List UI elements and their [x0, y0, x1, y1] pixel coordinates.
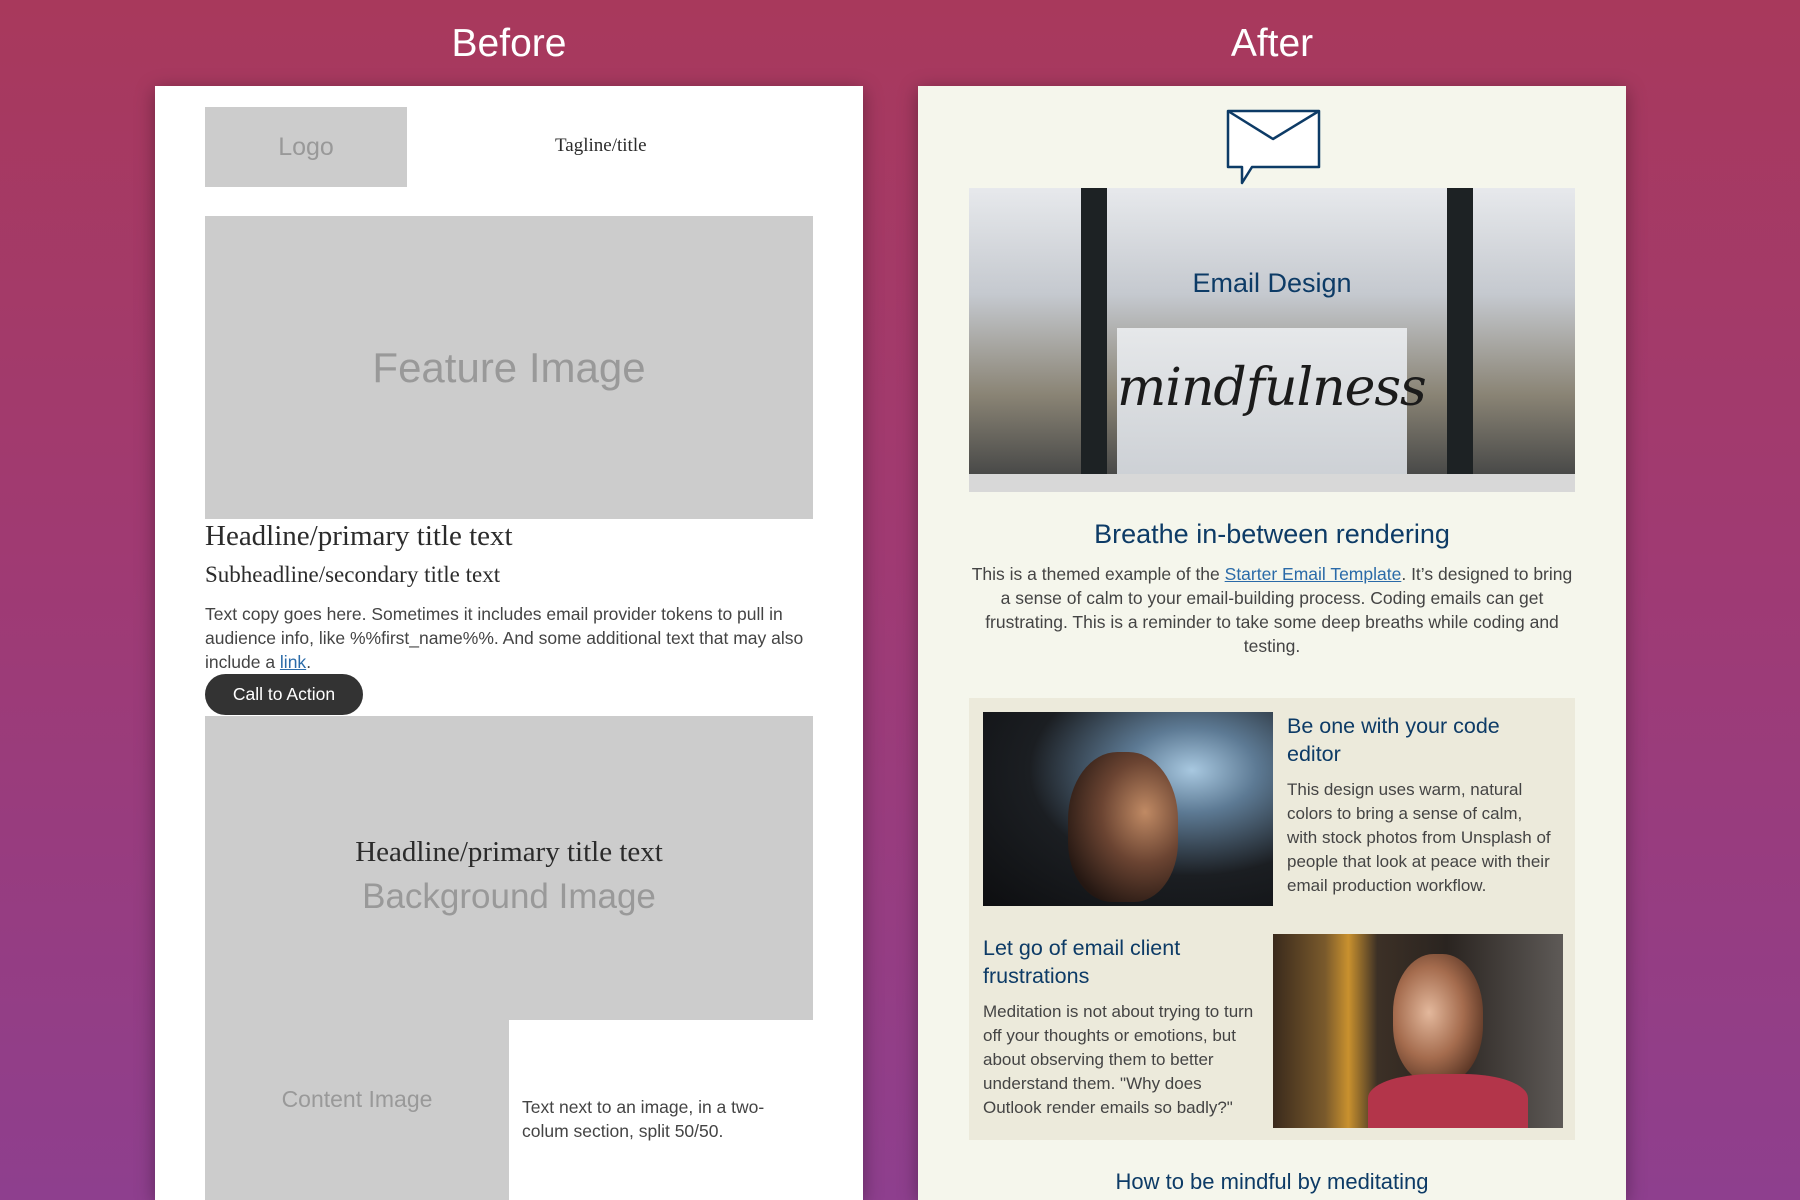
- section2-body: Meditation is not about trying to turn o…: [983, 1002, 1254, 1117]
- section2-title: Let go of email client frustrations: [983, 936, 1181, 988]
- feature-image-placeholder: Feature Image: [205, 216, 813, 519]
- tagline: Tagline/title: [555, 135, 647, 156]
- background-image-label: Background Image: [362, 877, 656, 916]
- red-top-shape: [1368, 1074, 1528, 1128]
- body-copy-link[interactable]: link: [280, 652, 306, 672]
- after-email-design: Email Design mindfulness Breathe in-betw…: [918, 86, 1626, 1200]
- logo-placeholder: Logo: [205, 107, 407, 187]
- body-copy-end: .: [306, 652, 312, 672]
- bottom-section-title: How to be mindful by meditating: [1115, 1169, 1429, 1194]
- section1-body: This design uses warm, natural colors to…: [1287, 780, 1551, 895]
- before-label: Before: [451, 22, 567, 65]
- intro-text: This is a themed example of the Starter …: [968, 562, 1576, 658]
- after-label: After: [1230, 22, 1314, 65]
- envelope-speech-icon: [1226, 109, 1321, 185]
- starter-template-link[interactable]: Starter Email Template: [1225, 564, 1402, 584]
- call-to-action-button[interactable]: Call to Action: [205, 674, 363, 715]
- woman-meditating-photo: [1273, 934, 1563, 1128]
- two-column-text: Text next to an image, in a two-colum se…: [522, 1097, 765, 1141]
- feature-section-box: Be one with your code editor This design…: [969, 698, 1575, 1140]
- window-frame-right: [1447, 188, 1473, 478]
- main-title: Breathe in-between rendering: [1094, 519, 1450, 549]
- subheadline: Subheadline/secondary title text: [205, 562, 501, 587]
- hero-script-text: mindfulness: [1117, 358, 1427, 418]
- section1-title: Be one with your code editor: [1287, 714, 1500, 766]
- hero-title: Email Design: [1192, 268, 1352, 298]
- face-shape: [1068, 752, 1178, 902]
- background-headline: Headline/primary title text: [355, 836, 663, 868]
- person-with-glasses-photo: [983, 712, 1273, 906]
- window-frame-left: [1081, 188, 1107, 478]
- body-copy: Text copy goes here. Sometimes it includ…: [205, 602, 825, 674]
- before-email-wireframe: Logo Tagline/title Feature Image Headlin…: [155, 86, 863, 1200]
- intro-text-start: This is a themed example of the: [971, 564, 1225, 584]
- headline: Headline/primary title text: [205, 520, 513, 552]
- content-image-label: Content Image: [281, 1085, 433, 1112]
- face-shape: [1393, 954, 1483, 1084]
- content-image-placeholder: Content Image: [205, 1020, 509, 1200]
- hero-image: Email Design mindfulness: [969, 188, 1575, 492]
- window-ledge: [969, 474, 1575, 492]
